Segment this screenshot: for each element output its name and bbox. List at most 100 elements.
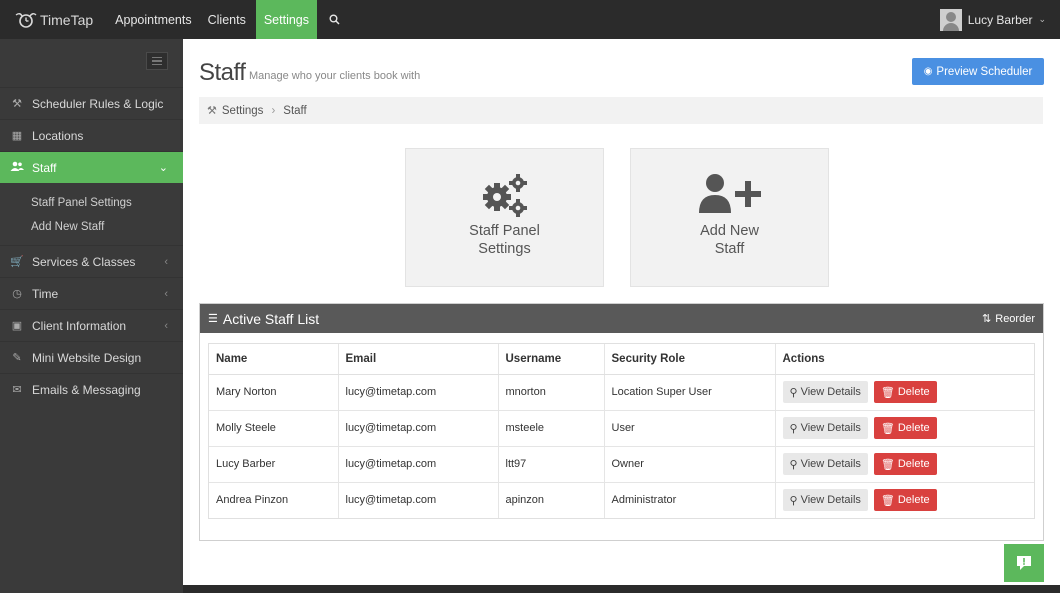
trash-icon: 🗑 xyxy=(880,422,895,435)
chat-widget-button[interactable] xyxy=(1004,544,1044,582)
reorder-button[interactable]: ⇅ Reorder xyxy=(982,312,1035,326)
cell-username: ltt97 xyxy=(498,446,605,483)
chevron-down-icon: ⌄ xyxy=(1038,14,1046,24)
preview-scheduler-button[interactable]: ◉ Preview Scheduler xyxy=(912,58,1044,85)
cell-username: msteele xyxy=(498,410,605,447)
staff-panel-settings-tile[interactable]: Staff Panel Settings xyxy=(405,148,604,287)
sidebar-item-label: Client Information xyxy=(32,318,127,333)
building-icon: ▦ xyxy=(11,130,23,142)
view-details-button[interactable]: ⚲ View Details xyxy=(782,417,868,439)
breadcrumb-current: Staff xyxy=(283,104,307,117)
delete-button[interactable]: 🗑 Delete xyxy=(873,489,937,512)
tile-label-line1: Add New xyxy=(700,223,759,239)
column-header-actions: Actions xyxy=(775,344,1034,375)
column-header-email: Email xyxy=(338,344,499,375)
nav-settings[interactable]: Settings xyxy=(255,0,317,39)
cell-role: User xyxy=(604,410,776,447)
sidebar-item-staff[interactable]: Staff ⌄ xyxy=(0,151,190,183)
user-menu[interactable]: Lucy Barber ⌄ xyxy=(939,8,1046,31)
column-header-security-role: Security Role xyxy=(604,344,776,375)
cell-username: mnorton xyxy=(498,374,605,411)
tile-label: Add New Staff xyxy=(631,222,828,258)
sidebar-item-scheduler-rules[interactable]: ⚒ Scheduler Rules & Logic xyxy=(0,87,183,119)
cell-email: lucy@timetap.com xyxy=(338,410,499,447)
sidebar-item-label: Staff xyxy=(32,160,57,175)
delete-button[interactable]: 🗑 Delete xyxy=(873,453,937,475)
cell-role: Location Super User xyxy=(604,374,776,411)
cell-name: Mary Norton xyxy=(209,374,339,411)
search-icon: ⚲ xyxy=(789,422,798,435)
chevron-left-icon: ‹ xyxy=(164,255,168,268)
cell-actions: ⚲ View Details 🗑 Delete xyxy=(775,446,1034,483)
view-details-button[interactable]: ⚲ View Details xyxy=(782,453,868,475)
sidebar-item-label: Scheduler Rules & Logic xyxy=(32,96,164,111)
sidebar-menu: ⚒ Scheduler Rules & Logic ▦ Locations St… xyxy=(0,87,190,405)
delete-button[interactable]: 🗑 Delete xyxy=(873,417,937,439)
id-card-icon: ▣ xyxy=(11,320,23,332)
sidebar-item-client-information[interactable]: ▣ Client Information ‹ xyxy=(0,309,183,341)
view-details-label: View Details xyxy=(800,458,861,470)
menu-icon xyxy=(152,56,162,59)
eye-icon: ◉ xyxy=(923,66,933,77)
chevron-left-icon: ‹ xyxy=(164,319,168,332)
user-name: Lucy Barber xyxy=(967,12,1033,27)
timetap-logo[interactable]: TimeTap xyxy=(12,0,93,39)
nav-clients[interactable]: Clients xyxy=(200,0,254,39)
cell-actions: ⚲ View Details 🗑 Delete xyxy=(775,374,1034,411)
chat-icon xyxy=(1017,556,1031,570)
sidebar-item-label: Locations xyxy=(32,128,84,143)
sidebar-collapse-button[interactable] xyxy=(146,52,168,70)
table-header-row: Name Email Username Security Role Action… xyxy=(209,344,1034,375)
breadcrumb-settings[interactable]: Settings xyxy=(222,105,264,117)
tile-label-line1: Staff Panel xyxy=(469,223,540,239)
add-new-staff-tile[interactable]: Add New Staff xyxy=(630,148,829,287)
view-details-label: View Details xyxy=(800,386,861,398)
active-staff-panel: ☰ Active Staff List ⇅ Reorder Name Email… xyxy=(199,303,1044,541)
sidebar-item-label: Time xyxy=(32,286,59,301)
view-details-button[interactable]: ⚲ View Details xyxy=(782,381,868,403)
trash-icon: 🗑 xyxy=(880,386,895,399)
search-icon: ⚲ xyxy=(789,458,798,471)
cell-email: lucy@timetap.com xyxy=(338,374,499,411)
search-icon: ⚲ xyxy=(789,386,798,399)
sidebar-item-time[interactable]: ◷ Time ‹ xyxy=(0,277,183,309)
chevron-left-icon: ‹ xyxy=(164,287,168,300)
staff-submenu: Staff Panel Settings Add New Staff xyxy=(0,183,183,245)
nav-appointments[interactable]: Appointments xyxy=(107,0,199,39)
app-name: TimeTap xyxy=(40,11,94,28)
staff-table-body: Mary Norton lucy@timetap.com mnorton Loc… xyxy=(209,374,1034,518)
cell-name: Molly Steele xyxy=(209,410,339,447)
wrench-icon: ⚒ xyxy=(207,105,217,117)
delete-button[interactable]: 🗑 Delete xyxy=(873,381,937,403)
sidebar-item-label: Mini Website Design xyxy=(32,350,142,365)
cell-email: lucy@timetap.com xyxy=(338,482,499,518)
trash-icon: 🗑 xyxy=(880,494,895,507)
submenu-item-staff-panel-settings[interactable]: Staff Panel Settings xyxy=(0,191,183,215)
search-button[interactable] xyxy=(319,0,350,39)
top-navbar: TimeTap Appointments Clients Settings Lu… xyxy=(0,0,1060,39)
cell-role: Administrator xyxy=(604,482,776,518)
view-details-label: View Details xyxy=(800,422,861,434)
sidebar-item-locations[interactable]: ▦ Locations xyxy=(0,119,183,151)
clock-icon: ◷ xyxy=(12,288,22,300)
cart-icon: 🛒 xyxy=(10,256,24,268)
cell-name: Andrea Pinzon xyxy=(209,482,339,518)
submenu-item-add-new-staff[interactable]: Add New Staff xyxy=(0,215,183,239)
view-details-button[interactable]: ⚲ View Details xyxy=(782,489,868,512)
tile-label-line2: Settings xyxy=(478,241,531,257)
sidebar-item-emails-messaging[interactable]: ✉ Emails & Messaging xyxy=(0,373,183,405)
cell-actions: ⚲ View Details 🗑 Delete xyxy=(775,410,1034,447)
sidebar-item-mini-website-design[interactable]: ✎ Mini Website Design xyxy=(0,341,183,373)
sort-icon: ⇅ xyxy=(982,313,992,325)
list-icon: ☰ xyxy=(208,313,218,325)
search-icon: ⚲ xyxy=(789,494,798,507)
staff-table-wrapper: Name Email Username Security Role Action… xyxy=(208,343,1035,519)
column-header-username: Username xyxy=(498,344,605,375)
page-title: Staff xyxy=(199,59,246,86)
cell-actions: ⚲ View Details 🗑 Delete xyxy=(775,482,1034,518)
reorder-label: Reorder xyxy=(995,312,1035,325)
sidebar-item-services-classes[interactable]: 🛒 Services & Classes ‹ xyxy=(0,245,183,277)
column-header-name: Name xyxy=(209,344,339,375)
tile-label-line2: Staff xyxy=(714,241,745,257)
sidebar-item-label: Services & Classes xyxy=(32,254,136,269)
